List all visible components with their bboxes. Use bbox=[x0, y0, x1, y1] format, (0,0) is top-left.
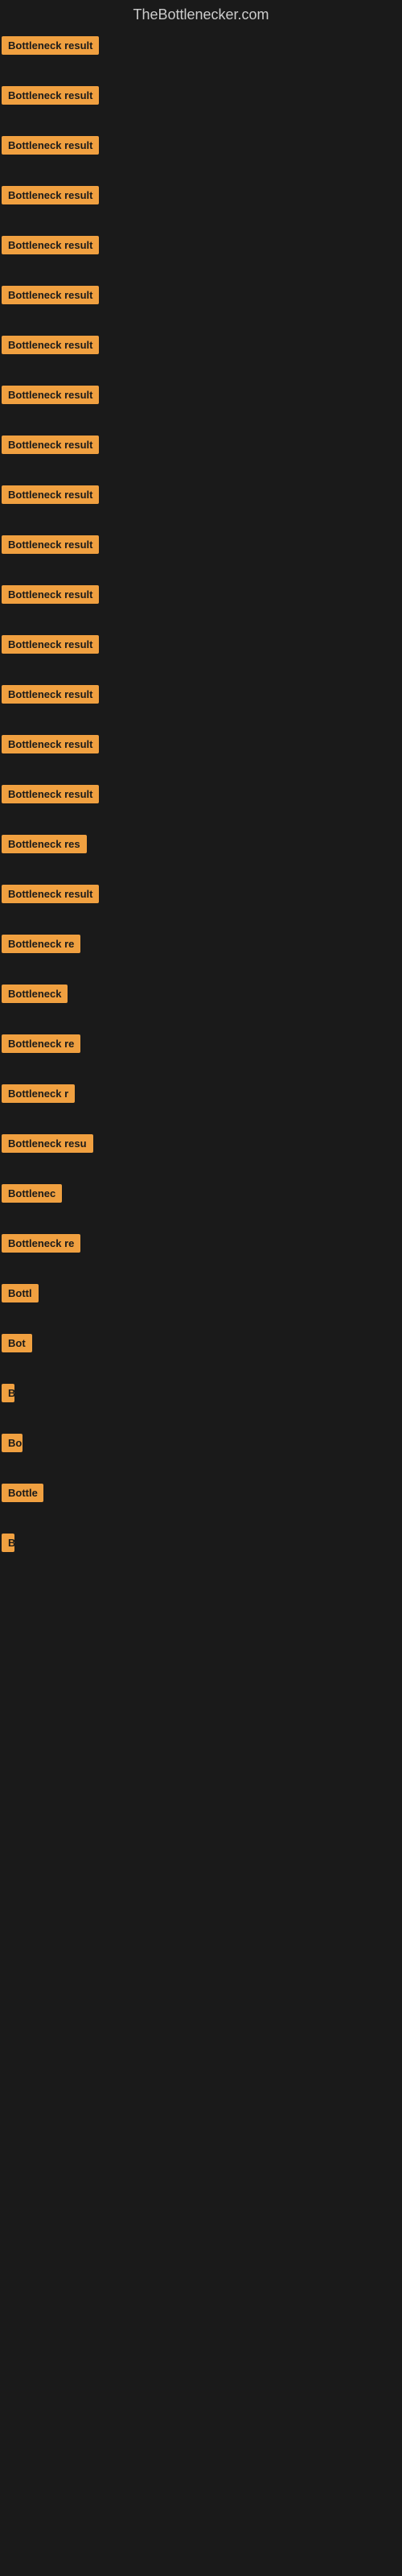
list-item: Bottleneck re bbox=[0, 928, 402, 960]
bottleneck-result-label[interactable]: Bottleneck result bbox=[2, 136, 99, 155]
bottleneck-result-label[interactable]: Bottleneck result bbox=[2, 86, 99, 105]
row-spacer bbox=[0, 363, 402, 379]
list-item: Bo bbox=[0, 1427, 402, 1459]
row-spacer bbox=[0, 1361, 402, 1377]
list-item: Bottleneck result bbox=[0, 529, 402, 561]
bottleneck-result-label[interactable]: Bottleneck result bbox=[2, 735, 99, 753]
list-item: Bottleneck re bbox=[0, 1028, 402, 1060]
bottleneck-result-label[interactable]: B bbox=[2, 1384, 14, 1402]
list-item: Bottleneck result bbox=[0, 130, 402, 162]
bottleneck-result-label[interactable]: Bottleneck re bbox=[2, 1234, 80, 1253]
bottleneck-result-label[interactable]: Bottleneck result bbox=[2, 286, 99, 304]
row-spacer bbox=[0, 413, 402, 429]
row-spacer bbox=[0, 1162, 402, 1178]
bottleneck-result-label[interactable]: Bottleneck re bbox=[2, 1034, 80, 1053]
row-spacer bbox=[0, 663, 402, 679]
bottleneck-result-label[interactable]: Bottleneck result bbox=[2, 386, 99, 404]
list-item: Bottleneck result bbox=[0, 778, 402, 811]
row-spacer bbox=[0, 163, 402, 180]
bottleneck-result-label[interactable]: Bottleneck result bbox=[2, 585, 99, 604]
row-spacer bbox=[0, 1461, 402, 1477]
list-item: Bottle bbox=[0, 1477, 402, 1509]
row-spacer bbox=[0, 1012, 402, 1028]
list-item: B bbox=[0, 1527, 402, 1559]
row-spacer bbox=[0, 912, 402, 928]
list-item: Bottleneck bbox=[0, 978, 402, 1010]
list-item: Bottleneck result bbox=[0, 80, 402, 112]
list-item: Bottleneck result bbox=[0, 579, 402, 611]
row-spacer bbox=[0, 1511, 402, 1527]
bottleneck-result-label[interactable]: Bottleneck resu bbox=[2, 1134, 93, 1153]
list-item: Bottleneck result bbox=[0, 329, 402, 361]
bottleneck-result-label[interactable]: Bo bbox=[2, 1434, 23, 1452]
row-spacer bbox=[0, 1112, 402, 1128]
list-item: Bottleneck result bbox=[0, 878, 402, 910]
row-spacer bbox=[0, 1311, 402, 1327]
bottleneck-result-label[interactable]: Bottle bbox=[2, 1484, 43, 1502]
list-item: Bottleneck result bbox=[0, 679, 402, 711]
bottleneck-result-label[interactable]: Bottleneck re bbox=[2, 935, 80, 953]
bottleneck-result-label[interactable]: Bottleneck result bbox=[2, 685, 99, 704]
row-spacer bbox=[0, 463, 402, 479]
list-item: Bottleneck result bbox=[0, 729, 402, 761]
site-title: TheBottlenecker.com bbox=[0, 0, 402, 30]
row-spacer bbox=[0, 1062, 402, 1078]
row-spacer bbox=[0, 613, 402, 629]
row-spacer bbox=[0, 812, 402, 828]
row-spacer bbox=[0, 862, 402, 878]
row-spacer bbox=[0, 563, 402, 579]
list-item: Bottlenec bbox=[0, 1178, 402, 1210]
bottleneck-result-label[interactable]: Bottleneck result bbox=[2, 885, 99, 903]
row-spacer bbox=[0, 962, 402, 978]
list-item: Bottleneck res bbox=[0, 828, 402, 861]
row-spacer bbox=[0, 213, 402, 229]
bottleneck-result-label[interactable]: Bottlenec bbox=[2, 1184, 62, 1203]
bottleneck-result-label[interactable]: Bottleneck res bbox=[2, 835, 87, 853]
row-spacer bbox=[0, 1561, 402, 1577]
list-item: Bottleneck result bbox=[0, 379, 402, 411]
bottleneck-result-label[interactable]: Bottleneck r bbox=[2, 1084, 75, 1103]
bottleneck-result-label[interactable]: Bottleneck result bbox=[2, 186, 99, 204]
list-item: Bottleneck r bbox=[0, 1078, 402, 1110]
bottleneck-result-label[interactable]: Bottleneck result bbox=[2, 36, 99, 55]
bottleneck-result-label[interactable]: Bot bbox=[2, 1334, 32, 1352]
bottleneck-result-label[interactable]: Bottleneck result bbox=[2, 635, 99, 654]
bottleneck-result-label[interactable]: Bottleneck result bbox=[2, 436, 99, 454]
row-spacer bbox=[0, 1411, 402, 1427]
list-item: Bottleneck resu bbox=[0, 1128, 402, 1160]
list-item: Bot bbox=[0, 1327, 402, 1360]
bottleneck-result-label[interactable]: Bottleneck result bbox=[2, 336, 99, 354]
list-item: Bottleneck result bbox=[0, 279, 402, 312]
list-item: Bottleneck result bbox=[0, 229, 402, 262]
list-item: Bottl bbox=[0, 1278, 402, 1310]
bottleneck-result-label[interactable]: Bottleneck bbox=[2, 985, 68, 1003]
row-spacer bbox=[0, 263, 402, 279]
bottleneck-result-label[interactable]: B bbox=[2, 1534, 14, 1552]
list-item: Bottleneck result bbox=[0, 479, 402, 511]
list-item: Bottleneck result bbox=[0, 429, 402, 461]
row-spacer bbox=[0, 1212, 402, 1228]
row-spacer bbox=[0, 513, 402, 529]
bottleneck-result-label[interactable]: Bottleneck result bbox=[2, 236, 99, 254]
list-item: Bottleneck re bbox=[0, 1228, 402, 1260]
list-item: Bottleneck result bbox=[0, 30, 402, 62]
bottleneck-result-label[interactable]: Bottl bbox=[2, 1284, 39, 1302]
bottleneck-result-label[interactable]: Bottleneck result bbox=[2, 785, 99, 803]
list-item: B bbox=[0, 1377, 402, 1410]
bottleneck-result-label[interactable]: Bottleneck result bbox=[2, 485, 99, 504]
row-spacer bbox=[0, 313, 402, 329]
list-item: Bottleneck result bbox=[0, 629, 402, 661]
row-spacer bbox=[0, 762, 402, 778]
bottleneck-result-label[interactable]: Bottleneck result bbox=[2, 535, 99, 554]
row-spacer bbox=[0, 114, 402, 130]
list-item: Bottleneck result bbox=[0, 180, 402, 212]
row-spacer bbox=[0, 64, 402, 80]
row-spacer bbox=[0, 1261, 402, 1278]
row-spacer bbox=[0, 712, 402, 729]
